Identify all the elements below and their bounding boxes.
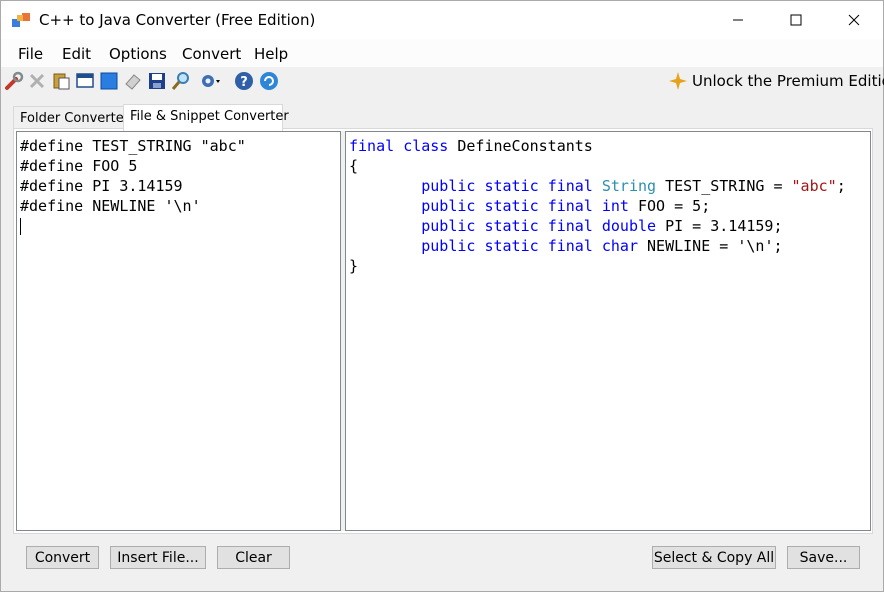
save-icon[interactable] <box>146 70 168 92</box>
input-line: #define TEST_STRING "abc" <box>20 137 246 155</box>
output-line: final class DefineConstants <box>349 137 593 155</box>
settings-icon[interactable] <box>199 70 221 92</box>
menu-convert[interactable]: Convert <box>182 45 241 63</box>
toolbar: ? Unlock the Premium Edition <box>1 67 884 95</box>
delete-icon[interactable] <box>26 70 48 92</box>
tab-folder-converter[interactable]: Folder Converter <box>13 106 129 130</box>
sparkle-icon <box>669 72 687 90</box>
window-icon[interactable] <box>74 70 96 92</box>
app-window: C++ to Java Converter (Free Edition) Fil… <box>0 0 884 592</box>
output-line: public static final char NEWLINE = '\n'; <box>421 237 783 255</box>
select-icon[interactable] <box>98 70 120 92</box>
unlock-premium-link[interactable]: Unlock the Premium Edition <box>669 72 884 90</box>
save-button[interactable]: Save... <box>787 546 860 569</box>
output-line: public static final double PI = 3.14159; <box>421 217 783 235</box>
help-icon[interactable]: ? <box>233 70 255 92</box>
input-line: #define FOO 5 <box>20 157 138 175</box>
eraser-icon[interactable] <box>122 70 144 92</box>
input-line: #define PI 3.14159 <box>20 177 183 195</box>
app-icon <box>12 13 30 27</box>
find-icon[interactable] <box>170 70 192 92</box>
java-output-code: final class DefineConstants { public stat… <box>349 136 846 276</box>
convert-button[interactable]: Convert <box>26 546 99 569</box>
output-line: public static final int FOO = 5; <box>421 197 711 215</box>
cpp-source-code: #define TEST_STRING "abc" #define FOO 5 … <box>20 136 246 236</box>
title-bar[interactable]: C++ to Java Converter (Free Edition) <box>1 1 883 39</box>
svg-text:?: ? <box>240 75 248 90</box>
tab-file-snippet-converter[interactable]: File & Snippet Converter <box>123 104 289 131</box>
insert-file-button[interactable]: Insert File... <box>110 546 206 569</box>
output-line: { <box>349 157 359 175</box>
window-title: C++ to Java Converter (Free Edition) <box>39 11 316 29</box>
maximize-icon <box>790 14 802 26</box>
cpp-input-editor[interactable]: #define TEST_STRING "abc" #define FOO 5 … <box>16 131 341 531</box>
minimize-button[interactable] <box>709 1 767 39</box>
minimize-icon <box>733 19 743 21</box>
refresh-icon[interactable] <box>258 70 280 92</box>
menu-file[interactable]: File <box>18 45 43 63</box>
output-line: public static final String TEST_STRING =… <box>421 177 846 195</box>
menu-options[interactable]: Options <box>109 45 167 63</box>
close-icon <box>848 14 860 26</box>
close-button[interactable] <box>825 1 883 39</box>
java-output-editor[interactable]: final class DefineConstants { public stat… <box>345 131 871 531</box>
paste-icon[interactable] <box>50 70 72 92</box>
input-line: #define NEWLINE '\n' <box>20 197 201 215</box>
clear-button[interactable]: Clear <box>217 546 290 569</box>
menu-help[interactable]: Help <box>254 45 288 63</box>
unlock-premium-label: Unlock the Premium Edition <box>692 72 884 90</box>
bottom-button-bar: Convert Insert File... Clear Select & Co… <box>1 534 883 591</box>
maximize-button[interactable] <box>767 1 825 39</box>
wrench-icon[interactable] <box>3 70 25 92</box>
menu-bar: File Edit Options Convert Help <box>1 39 883 67</box>
select-copy-all-button[interactable]: Select & Copy All <box>652 546 776 569</box>
output-line: } <box>349 257 359 275</box>
text-caret <box>20 218 21 235</box>
tab-panel: #define TEST_STRING "abc" #define FOO 5 … <box>13 128 873 534</box>
menu-edit[interactable]: Edit <box>62 45 91 63</box>
